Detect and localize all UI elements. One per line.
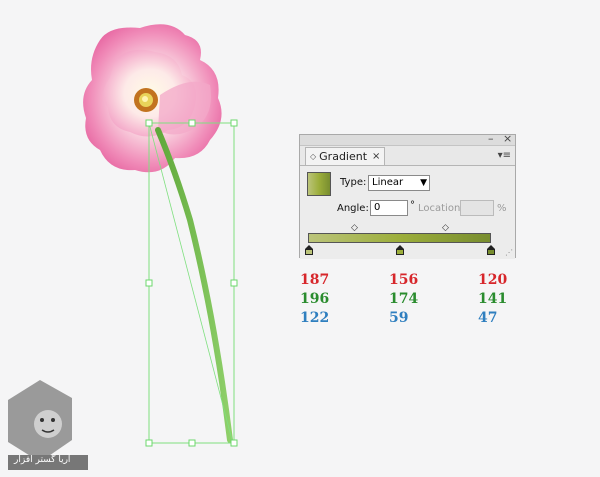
stop2-blue: 59 [389,310,409,326]
angle-input[interactable]: 0 [370,200,408,216]
handle-bottom-left[interactable] [145,439,153,447]
logo-text: آریا گستر افزار [14,455,71,465]
stop3-red: 120 [478,272,508,288]
angle-unit: ° [410,200,415,211]
type-label: Type: [340,177,367,188]
location-label: Location: [418,203,464,214]
stop1-red: 187 [300,272,330,288]
type-select[interactable]: Linear ▼ [368,175,430,191]
panel-body: Type: Linear ▼ Angle: 0 ° Location: % ◇ … [300,165,515,259]
flower-illustration [83,24,222,173]
stop2-red: 156 [389,272,419,288]
flower-center-highlight [142,96,148,102]
angle-label: Angle: [337,203,369,214]
gradient-swatch[interactable] [307,172,331,196]
stop3-green: 141 [478,291,508,307]
handle-top-middle[interactable] [188,119,196,127]
midpoint-diamond-1[interactable]: ◇ [351,224,358,233]
gradient-stop-1[interactable] [305,245,313,255]
stop1-green: 196 [300,291,330,307]
handle-bottom-middle[interactable] [188,439,196,447]
type-select-value: Linear [372,177,404,188]
gradient-stop-3[interactable] [487,245,495,255]
tab-gradient-label: Gradient [319,150,368,163]
handle-top-left[interactable] [145,119,153,127]
close-panel-button[interactable]: × [503,133,512,145]
panel-menu-icon[interactable]: ▾≡ [498,150,511,161]
gradient-panel: – × ◇ Gradient × ▾≡ Type: Linear ▼ Angle… [299,133,516,259]
location-unit: % [497,203,507,214]
gradient-slider[interactable] [308,233,491,243]
stop3-blue: 47 [478,310,498,326]
location-input[interactable] [460,200,494,216]
tab-diamond-icon: ◇ [310,152,317,161]
collapse-button[interactable]: – [488,133,494,145]
chevron-down-icon: ▼ [420,178,427,188]
midpoint-diamond-2[interactable]: ◇ [442,224,449,233]
gradient-stop-2[interactable] [396,245,404,255]
handle-middle-right[interactable] [230,279,238,287]
tab-gradient[interactable]: ◇ Gradient × [305,147,386,165]
handle-bottom-right[interactable] [230,439,238,447]
handle-top-right[interactable] [230,119,238,127]
resize-grip-icon[interactable]: ⋰ [505,248,513,257]
handle-middle-left[interactable] [145,279,153,287]
flower-stem [155,127,233,443]
panel-title-bar[interactable]: – × [300,133,515,146]
tab-close-icon[interactable]: × [372,148,380,165]
stop1-blue: 122 [300,310,330,326]
stop2-green: 174 [389,291,419,307]
